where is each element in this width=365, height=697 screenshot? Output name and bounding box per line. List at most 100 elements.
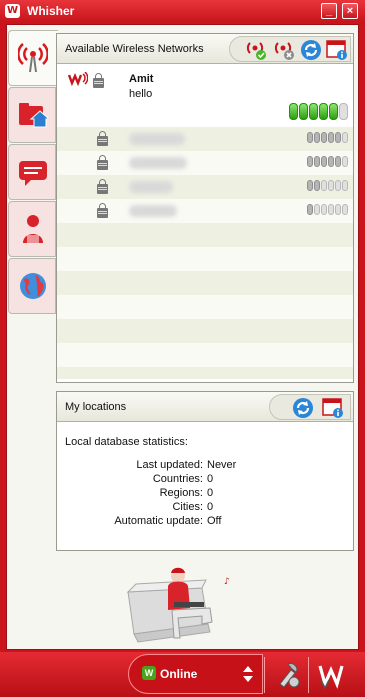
signal-bar	[335, 204, 341, 215]
network-row[interactable]	[57, 151, 353, 175]
signal-bar	[289, 103, 298, 120]
empty-row	[57, 319, 353, 343]
stats-heading: Local database statistics:	[65, 436, 188, 448]
signal-bar	[319, 103, 328, 120]
window-title: Whisher	[27, 4, 75, 18]
locations-panel: My locations Local database statistics: …	[56, 391, 354, 551]
locations-stats: Local database statistics: Last updated:…	[57, 424, 353, 546]
network-list: Amit hello	[57, 66, 353, 379]
signal-bar	[342, 204, 348, 215]
stat-value: 0	[207, 487, 214, 499]
signal-bar	[329, 103, 338, 120]
tab-chat[interactable]	[8, 144, 56, 200]
stat-label: Last updated:	[136, 459, 203, 471]
tab-user[interactable]	[8, 201, 56, 257]
signal-bar	[314, 156, 320, 167]
info-window-icon[interactable]	[326, 39, 348, 61]
empty-row	[57, 223, 353, 247]
signal-strength-meter	[289, 103, 348, 120]
status-label: Online	[160, 667, 198, 681]
lock-icon	[97, 179, 108, 194]
networks-panel-header: Available Wireless Networks	[57, 34, 353, 64]
networks-toolbar	[229, 36, 351, 62]
empty-row	[57, 295, 353, 319]
tools-settings-icon[interactable]	[274, 660, 304, 690]
network-row-selected[interactable]: Amit hello	[57, 66, 353, 124]
stat-value: 0	[207, 473, 214, 485]
locations-toolbar	[269, 394, 351, 420]
locations-panel-title: My locations	[65, 401, 127, 413]
signal-bar	[321, 156, 327, 167]
signal-strength-meter	[307, 204, 348, 215]
signal-bar	[321, 132, 327, 143]
signal-bar	[321, 204, 327, 215]
stat-label: Cities:	[172, 501, 203, 513]
tab-locations[interactable]	[8, 87, 56, 143]
network-name-redacted	[129, 157, 187, 169]
online-status-icon: W	[142, 666, 156, 680]
signal-strength-meter	[307, 180, 348, 191]
signal-bar	[328, 180, 334, 191]
lock-icon	[97, 131, 108, 146]
refresh-icon[interactable]	[300, 39, 322, 61]
wireless-signal-icon	[68, 72, 88, 86]
stat-value: 0	[207, 501, 214, 513]
signal-bar	[307, 180, 313, 191]
stat-label: Regions:	[159, 487, 203, 499]
network-description: hello	[129, 88, 153, 100]
status-up-down-arrows-icon[interactable]	[241, 664, 255, 684]
minimize-button[interactable]: _	[321, 3, 337, 19]
signal-bar	[307, 132, 313, 143]
person-on-sofa-illustration: ♪	[126, 567, 230, 643]
network-name-redacted	[129, 133, 185, 145]
connect-icon[interactable]	[246, 39, 268, 61]
empty-row	[57, 247, 353, 271]
info-window-icon[interactable]	[322, 397, 344, 419]
networks-panel: Available Wireless Networks Amit hello	[56, 33, 354, 383]
lock-icon	[93, 73, 104, 88]
wireless-signal-icon	[18, 43, 48, 73]
signal-bar	[339, 103, 348, 120]
signal-strength-meter	[307, 156, 348, 167]
signal-bar	[328, 204, 334, 215]
tab-networks[interactable]	[8, 30, 58, 86]
signal-bar	[314, 180, 320, 191]
separator	[264, 657, 265, 693]
locations-panel-header: My locations	[57, 392, 353, 422]
close-button[interactable]: ×	[342, 3, 358, 19]
network-row[interactable]	[57, 127, 353, 151]
whisher-logo-icon[interactable]	[317, 660, 347, 690]
signal-bar	[321, 180, 327, 191]
signal-bar	[342, 180, 348, 191]
title-bar: W Whisher _ ×	[0, 0, 365, 22]
signal-bar	[307, 156, 313, 167]
stat-label: Automatic update:	[114, 515, 203, 527]
folder-home-icon	[19, 103, 48, 128]
signal-bar	[328, 156, 334, 167]
tab-globe[interactable]	[8, 258, 56, 314]
signal-bar	[307, 204, 313, 215]
svg-text:♪: ♪	[224, 577, 230, 587]
network-name-redacted	[129, 181, 173, 193]
chat-bubble-icon	[19, 161, 47, 186]
empty-row	[57, 367, 353, 379]
signal-bar	[335, 132, 341, 143]
empty-row	[57, 343, 353, 367]
network-row[interactable]	[57, 199, 353, 223]
signal-bar	[335, 180, 341, 191]
separator	[308, 657, 309, 693]
lock-icon	[97, 203, 108, 218]
network-row[interactable]	[57, 175, 353, 199]
signal-bar	[335, 156, 341, 167]
user-icon	[23, 215, 43, 243]
refresh-icon[interactable]	[292, 397, 314, 419]
signal-bar	[309, 103, 318, 120]
stat-value: Off	[207, 515, 222, 527]
signal-bar	[314, 132, 320, 143]
signal-bar	[299, 103, 308, 120]
signal-bar	[342, 156, 348, 167]
disconnect-icon[interactable]	[274, 39, 296, 61]
network-name: Amit	[129, 73, 154, 85]
signal-bar	[342, 132, 348, 143]
signal-bar	[328, 132, 334, 143]
